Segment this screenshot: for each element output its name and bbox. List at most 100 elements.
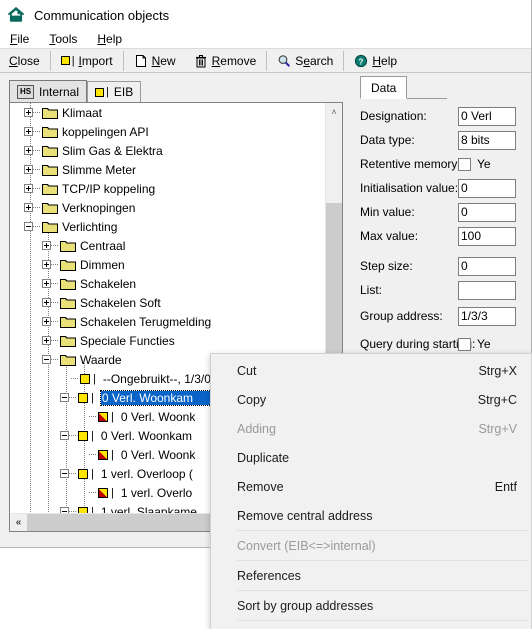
- tree-collapse-icon[interactable]: [42, 355, 51, 364]
- object-bar-icon: |: [91, 391, 94, 404]
- context-menu[interactable]: Cut Strg+X Copy Strg+C Adding Strg+V Duplicate…: [210, 353, 532, 629]
- tree-collapse-icon[interactable]: [60, 469, 69, 478]
- tree-expand-icon[interactable]: [24, 203, 33, 212]
- menu-tools[interactable]: Tools: [49, 32, 77, 46]
- tree-row[interactable]: Dimmen: [10, 255, 327, 274]
- tree-row[interactable]: Slimme Meter: [10, 160, 327, 179]
- data-tab-strip: Data: [360, 76, 448, 99]
- field-input[interactable]: [458, 280, 516, 300]
- tree-connector-line: [89, 492, 96, 493]
- tree-row[interactable]: Slim Gas & Elektra: [10, 141, 327, 160]
- tree-row[interactable]: Schakelen Soft: [10, 293, 327, 312]
- tree-expand-icon[interactable]: [42, 260, 51, 269]
- tree-row[interactable]: Verlichting: [10, 217, 327, 236]
- tree-item-label: Slimme Meter: [62, 162, 137, 177]
- title-bar: Communication objects: [0, 0, 531, 30]
- tree-connector-line: [89, 454, 96, 455]
- tree-expand-icon[interactable]: [24, 146, 33, 155]
- object-bar-icon: |: [91, 429, 94, 442]
- tab-internal[interactable]: HS Internal: [9, 80, 88, 103]
- tree-row[interactable]: Verknopingen: [10, 198, 327, 217]
- tree-connector-line: [51, 283, 58, 284]
- tree-item-label: Verknopingen: [62, 200, 136, 215]
- tree-expand-icon[interactable]: [24, 165, 33, 174]
- context-menu-item[interactable]: Create watch address: [211, 621, 531, 629]
- tree-collapse-icon[interactable]: [24, 222, 33, 231]
- toolbar-help-button[interactable]: ? Help: [345, 49, 406, 72]
- tree-row[interactable]: Centraal: [10, 236, 327, 255]
- field-input[interactable]: 0 Verl: [458, 106, 516, 126]
- field-row: Group address: 1/3/3: [360, 306, 516, 326]
- field-input[interactable]: 0: [458, 178, 516, 198]
- context-menu-item[interactable]: Copy Strg+C: [211, 385, 531, 414]
- tree-connector-line: [51, 359, 58, 360]
- menu-file[interactable]: File: [10, 32, 29, 46]
- context-menu-item-label: Copy: [237, 392, 267, 407]
- context-menu-item-shortcut: Strg+X: [478, 363, 517, 378]
- scroll-up-arrow-icon[interactable]: ˄: [326, 103, 342, 120]
- tree-expand-icon[interactable]: [42, 279, 51, 288]
- yellow-square-icon: |: [95, 86, 109, 98]
- toolbar-close-button[interactable]: Close: [0, 49, 49, 72]
- object-bar-icon: |: [111, 486, 114, 499]
- toolbar-search-button[interactable]: Search: [268, 49, 342, 72]
- tree-collapse-icon[interactable]: [60, 431, 69, 440]
- context-menu-item[interactable]: Duplicate: [211, 443, 531, 472]
- tree-row[interactable]: Klimaat: [10, 103, 327, 122]
- folder-icon: [42, 125, 58, 138]
- tree-expand-icon[interactable]: [24, 108, 33, 117]
- tree-expand-icon[interactable]: [42, 336, 51, 345]
- field-checkbox-label: Ye: [477, 337, 491, 351]
- tree-expand-icon[interactable]: [42, 241, 51, 250]
- field-row: Max value: 100: [360, 226, 516, 246]
- field-checkbox-group[interactable]: Ye: [458, 157, 491, 171]
- context-menu-item[interactable]: Cut Strg+X: [211, 356, 531, 385]
- tree-item-label: Schakelen: [80, 276, 137, 291]
- tree-collapse-icon[interactable]: [60, 393, 69, 402]
- toolbar-remove-button[interactable]: Remove: [185, 49, 266, 72]
- tree-connector-line: [33, 131, 40, 132]
- context-menu-item[interactable]: Remove Entf: [211, 472, 531, 501]
- question-circle-icon: ?: [354, 54, 368, 68]
- object-yellow-icon: [78, 392, 88, 403]
- object-bar-icon: |: [111, 448, 114, 461]
- field-input[interactable]: 8 bits: [458, 130, 516, 150]
- folder-icon: [42, 144, 58, 157]
- toolbar-separator: [122, 50, 124, 71]
- tree-connector-line: [33, 150, 40, 151]
- yellow-square-icon: |: [60, 55, 75, 67]
- tree-row[interactable]: Speciale Functies: [10, 331, 327, 350]
- context-menu-item[interactable]: Remove central address: [211, 501, 531, 530]
- context-menu-item[interactable]: Sort by group addresses: [211, 591, 531, 620]
- tree-expand-icon[interactable]: [24, 184, 33, 193]
- field-checkbox[interactable]: [458, 337, 471, 351]
- scroll-left-arrow-icon[interactable]: «: [10, 514, 27, 531]
- field-label: Designation:: [360, 109, 427, 123]
- tree-expand-icon[interactable]: [42, 298, 51, 307]
- tree-row[interactable]: TCP/IP koppeling: [10, 179, 327, 198]
- field-input[interactable]: 100: [458, 226, 516, 246]
- tree-row[interactable]: Schakelen Terugmelding: [10, 312, 327, 331]
- tree-row[interactable]: Schakelen: [10, 274, 327, 293]
- field-input[interactable]: 1/3/3: [458, 306, 516, 326]
- field-checkbox[interactable]: [458, 157, 471, 171]
- hs-badge-icon: HS: [17, 85, 34, 99]
- tab-eib[interactable]: | EIB: [87, 81, 142, 102]
- tree-expand-icon[interactable]: [42, 317, 51, 326]
- field-input[interactable]: 0: [458, 256, 516, 276]
- object-yellow-icon: [78, 468, 88, 479]
- tree-row[interactable]: koppelingen API: [10, 122, 327, 141]
- object-bar-icon: |: [91, 467, 94, 480]
- tab-data[interactable]: Data: [360, 76, 408, 99]
- tree-connector-line: [33, 226, 40, 227]
- toolbar-new-button[interactable]: New: [125, 49, 185, 72]
- field-label: Initialisation value:: [360, 181, 459, 195]
- tree-item-label: Dimmen: [80, 257, 125, 272]
- toolbar-import-button[interactable]: | Import: [52, 49, 122, 72]
- context-menu-item[interactable]: References: [211, 561, 531, 590]
- field-row: Retentive memory: Ye: [360, 154, 491, 174]
- tree-expand-icon[interactable]: [24, 127, 33, 136]
- field-input[interactable]: 0: [458, 202, 516, 222]
- field-checkbox-group[interactable]: Ye: [458, 337, 491, 351]
- menu-help[interactable]: Help: [97, 32, 122, 46]
